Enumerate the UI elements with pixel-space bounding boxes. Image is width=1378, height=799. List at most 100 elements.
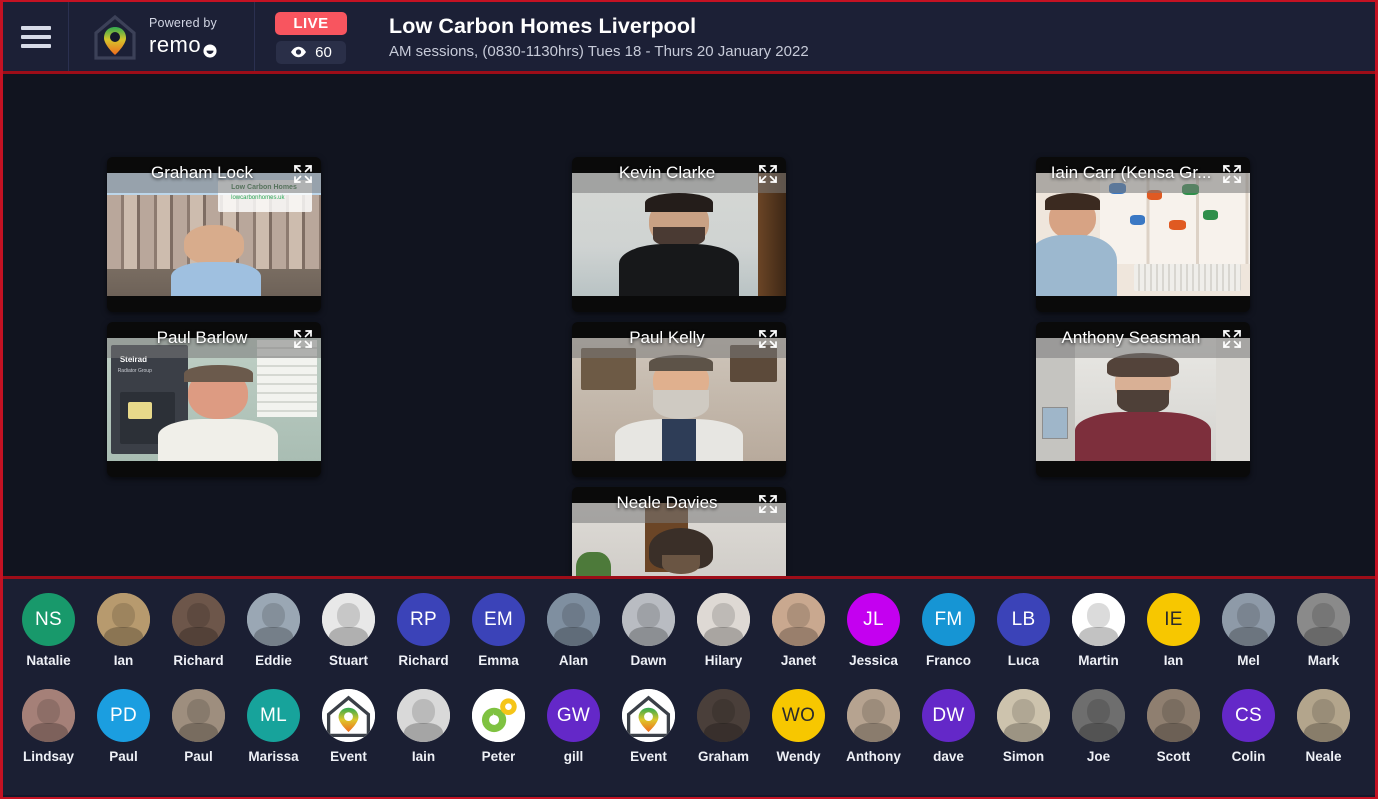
avatar[interactable]	[97, 593, 150, 646]
expand-icon[interactable]	[758, 329, 778, 349]
participant-name: Richard	[398, 653, 449, 668]
avatar[interactable]: CS	[1222, 689, 1275, 742]
expand-icon[interactable]	[1222, 164, 1242, 184]
participant-item[interactable]: Anthony	[836, 689, 911, 764]
avatar[interactable]: GW	[547, 689, 600, 742]
participant-item[interactable]: Lindsay	[11, 689, 86, 764]
powered-by-remo: Powered by remo	[149, 16, 218, 58]
avatar[interactable]	[172, 689, 225, 742]
participant-item[interactable]: Neale	[1286, 689, 1361, 764]
participant-item[interactable]: Mark	[1286, 593, 1361, 668]
avatar[interactable]	[1222, 593, 1275, 646]
avatar[interactable]	[22, 689, 75, 742]
participant-item[interactable]: FM Franco	[911, 593, 986, 668]
avatar[interactable]: WO	[772, 689, 825, 742]
participant-item[interactable]: Hilary	[686, 593, 761, 668]
expand-icon[interactable]	[758, 494, 778, 514]
brand-logo-area[interactable]: Powered by remo	[69, 2, 255, 71]
participant-item[interactable]: ML Marissa	[236, 689, 311, 764]
video-tile[interactable]: Neale Davies	[572, 487, 786, 576]
video-tile[interactable]: Stelrad Radiator Group Paul Barlow	[107, 322, 321, 477]
participant-item[interactable]: Event	[611, 689, 686, 764]
avatar-house-logo-icon[interactable]	[622, 689, 675, 742]
participant-item[interactable]: Graham	[686, 689, 761, 764]
avatar[interactable]: ML	[247, 689, 300, 742]
participant-item[interactable]: Martin	[1061, 593, 1136, 668]
avatar[interactable]	[322, 593, 375, 646]
avatar[interactable]	[697, 689, 750, 742]
expand-icon[interactable]	[758, 164, 778, 184]
avatar[interactable]	[697, 593, 750, 646]
avatar-house-logo-icon[interactable]	[322, 689, 375, 742]
avatar[interactable]	[847, 689, 900, 742]
avatar[interactable]	[1147, 689, 1200, 742]
video-tile[interactable]: Iain Carr (Kensa Gr...	[1036, 157, 1250, 312]
participant-name: Ian	[1163, 653, 1184, 668]
avatar[interactable]	[622, 593, 675, 646]
menu-button[interactable]	[3, 2, 69, 71]
avatar[interactable]: EM	[472, 593, 525, 646]
video-tile[interactable]: Anthony Seasman	[1036, 322, 1250, 477]
avatar[interactable]	[997, 689, 1050, 742]
avatar[interactable]: RP	[397, 593, 450, 646]
avatar[interactable]: JL	[847, 593, 900, 646]
participant-name: Franco	[925, 653, 971, 668]
avatar[interactable]	[1297, 689, 1350, 742]
avatar[interactable]	[772, 593, 825, 646]
participant-item[interactable]: WO Wendy	[761, 689, 836, 764]
participant-item[interactable]: EM Emma	[461, 593, 536, 668]
participant-item[interactable]: Joe	[1061, 689, 1136, 764]
avatar[interactable]: DW	[922, 689, 975, 742]
event-title: Low Carbon Homes Liverpool	[389, 13, 697, 38]
avatar[interactable]: IE	[1147, 593, 1200, 646]
avatar[interactable]: LB	[997, 593, 1050, 646]
participant-item[interactable]: Dawn	[611, 593, 686, 668]
participant-name: Martin	[1078, 653, 1119, 668]
live-badge[interactable]: LIVE	[275, 11, 347, 35]
participant-item[interactable]: Janet	[761, 593, 836, 668]
video-tile[interactable]: Kevin Clarke	[572, 157, 786, 312]
powered-by-label: Powered by	[149, 16, 218, 31]
participant-item[interactable]: DW dave	[911, 689, 986, 764]
participant-item[interactable]: LB Luca	[986, 593, 1061, 668]
expand-icon[interactable]	[293, 164, 313, 184]
participant-item[interactable]: Richard	[161, 593, 236, 668]
expand-icon[interactable]	[1222, 329, 1242, 349]
avatar-initials: DW	[932, 704, 965, 726]
participant-item[interactable]: Iain	[386, 689, 461, 764]
participant-item[interactable]: Peter	[461, 689, 536, 764]
viewer-count-pill[interactable]: 60	[276, 40, 346, 64]
avatar[interactable]	[1072, 593, 1125, 646]
participant-item[interactable]: CS Colin	[1211, 689, 1286, 764]
participant-item[interactable]: GW gill	[536, 689, 611, 764]
participant-name: Graham	[697, 749, 750, 764]
participant-item[interactable]: Alan	[536, 593, 611, 668]
participant-item[interactable]: JL Jessica	[836, 593, 911, 668]
participant-item[interactable]: Scott	[1136, 689, 1211, 764]
participant-item[interactable]: IE Ian	[1136, 593, 1211, 668]
participant-item[interactable]: Stuart	[311, 593, 386, 668]
avatar-gears-logo-icon[interactable]	[472, 689, 525, 742]
avatar[interactable]	[1072, 689, 1125, 742]
participant-item[interactable]: NS Natalie	[11, 593, 86, 668]
participant-item[interactable]: Paul	[161, 689, 236, 764]
participant-item[interactable]: Eddie	[236, 593, 311, 668]
avatar[interactable]	[247, 593, 300, 646]
participant-item[interactable]: Ian	[86, 593, 161, 668]
participant-item[interactable]: Simon	[986, 689, 1061, 764]
avatar[interactable]: FM	[922, 593, 975, 646]
video-feed: Low Carbon Homes lowcarbonhomes.uk	[107, 173, 321, 296]
avatar[interactable]	[547, 593, 600, 646]
avatar[interactable]: NS	[22, 593, 75, 646]
participant-item[interactable]: Event	[311, 689, 386, 764]
participant-item[interactable]: RP Richard	[386, 593, 461, 668]
participant-item[interactable]: PD Paul	[86, 689, 161, 764]
video-tile[interactable]: Paul Kelly	[572, 322, 786, 477]
avatar[interactable]	[397, 689, 450, 742]
avatar[interactable]: PD	[97, 689, 150, 742]
avatar[interactable]	[172, 593, 225, 646]
avatar[interactable]	[1297, 593, 1350, 646]
video-tile[interactable]: Low Carbon Homes lowcarbonhomes.uk Graha…	[107, 157, 321, 312]
participant-item[interactable]: Mel	[1211, 593, 1286, 668]
expand-icon[interactable]	[293, 329, 313, 349]
